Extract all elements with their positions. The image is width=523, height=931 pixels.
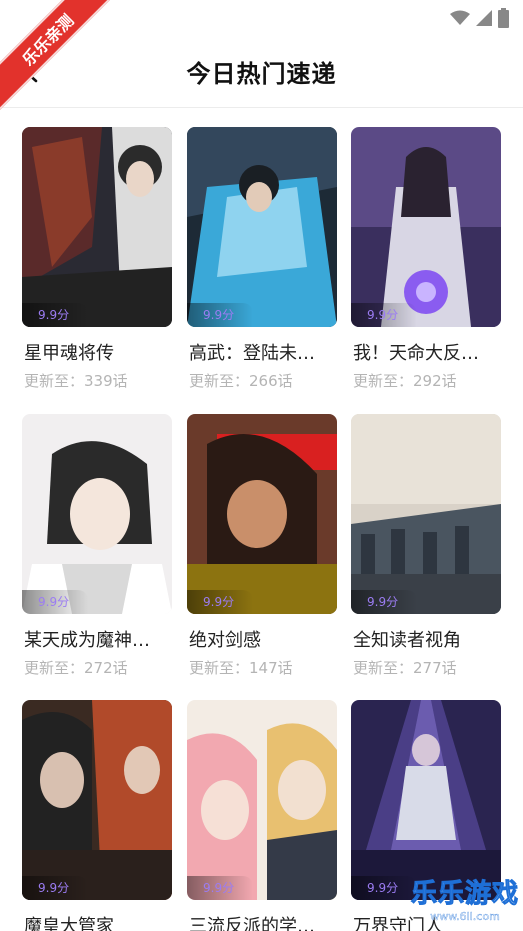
- comic-card[interactable]: 9.9分 绝对剑感 更新至：147话: [187, 414, 337, 677]
- rating-label: 9.9分: [367, 881, 399, 895]
- ribbon-text: 乐乐亲测: [18, 10, 78, 70]
- rating-label: 9.9分: [367, 595, 399, 609]
- rating-label: 9.9分: [38, 881, 70, 895]
- update-status: 更新至：339话: [24, 372, 128, 390]
- comic-card[interactable]: 9.9分 万界守门人: [351, 700, 501, 931]
- comic-cover[interactable]: 9.9分: [187, 700, 337, 900]
- update-status: 更新至：266话: [189, 372, 293, 390]
- battery-icon: [498, 8, 509, 28]
- wifi-icon: [450, 10, 470, 25]
- comic-cover[interactable]: 9.9分: [187, 127, 337, 327]
- comic-card[interactable]: 9.9分 我！天命大反… 更新至：292话: [351, 127, 501, 390]
- comic-card[interactable]: 9.9分 魔皇大管家: [22, 700, 172, 931]
- rating-label: 9.9分: [38, 308, 70, 322]
- watermark-url: www.6ll.com: [430, 910, 500, 923]
- comic-title: 魔皇大管家: [24, 916, 114, 931]
- comic-card[interactable]: 9.9分 全知读者视角 更新至：277话: [351, 414, 501, 677]
- comic-card[interactable]: 9.9分 高武：登陆未… 更新至：266话: [187, 127, 337, 390]
- status-icons: [450, 8, 509, 28]
- comic-cover[interactable]: 9.9分: [22, 414, 172, 614]
- update-status: 更新至：277话: [353, 659, 457, 677]
- comic-cover[interactable]: 9.9分: [351, 414, 501, 614]
- rating-label: 9.9分: [203, 595, 235, 609]
- corner-ribbon: 乐乐亲测: [0, 0, 110, 110]
- signal-icon: [476, 10, 492, 26]
- watermark-logo: 乐乐游戏 www.6ll.com: [410, 873, 519, 924]
- comic-cover[interactable]: 9.9分: [22, 700, 172, 900]
- ribbon-band: 乐乐亲测: [0, 0, 110, 110]
- comic-title: 高武：登陆未…: [189, 343, 315, 364]
- comic-card[interactable]: 9.9分 三流反派的学…: [187, 700, 337, 931]
- comic-title: 全知读者视角: [353, 630, 461, 651]
- update-status: 更新至：292话: [353, 372, 457, 390]
- rating-label: 9.9分: [367, 308, 399, 322]
- rating-label: 9.9分: [203, 308, 235, 322]
- comic-title: 星甲魂将传: [24, 343, 114, 364]
- comic-cover[interactable]: 9.9分: [22, 127, 172, 327]
- rating-label: 9.9分: [203, 881, 235, 895]
- update-status: 更新至：147话: [189, 659, 293, 677]
- comic-cover[interactable]: 9.9分: [351, 700, 501, 900]
- comic-cover[interactable]: 9.9分: [187, 414, 337, 614]
- comic-title: 绝对剑感: [189, 630, 261, 651]
- comic-title: 我！天命大反…: [353, 343, 479, 364]
- watermark-main-text: 乐乐游戏: [410, 879, 519, 910]
- comic-card[interactable]: 9.9分 某天成为魔神… 更新至：272话: [22, 414, 172, 677]
- comic-cover[interactable]: 9.9分: [351, 127, 501, 327]
- rating-label: 9.9分: [38, 595, 70, 609]
- comic-title: 三流反派的学…: [189, 916, 315, 931]
- comic-title: 某天成为魔神…: [24, 630, 150, 651]
- update-status: 更新至：272话: [24, 659, 128, 677]
- comic-card[interactable]: 9.9分 星甲魂将传 更新至：339话: [22, 127, 172, 390]
